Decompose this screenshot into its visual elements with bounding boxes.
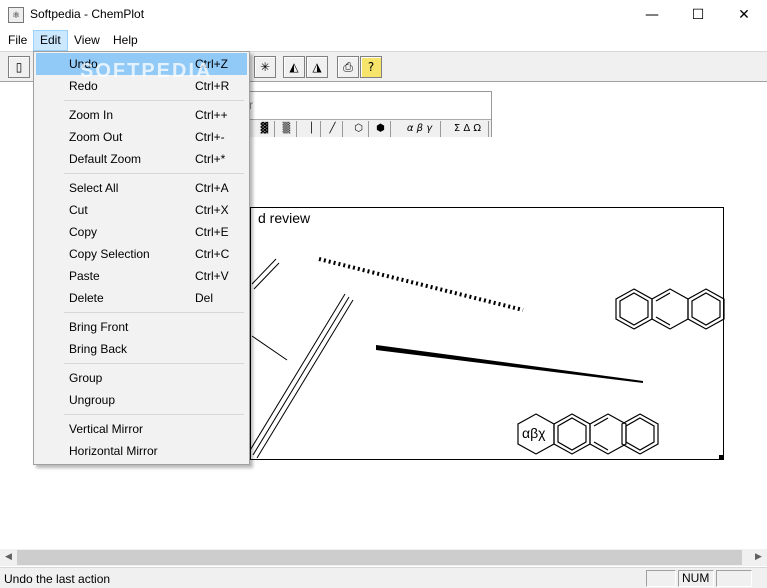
menu-item-label: Ungroup [69, 393, 116, 407]
triple-bond-line [248, 293, 354, 459]
menu-separator [64, 312, 244, 313]
menu-item-shortcut: Ctrl+- [195, 130, 225, 144]
greek-label: αβχ [521, 425, 547, 441]
menu-item-shortcut: Ctrl+E [195, 225, 229, 239]
menu-item-shortcut: Del [195, 291, 214, 305]
menu-item-shortcut: Ctrl+A [195, 181, 229, 195]
status-message: Undo the last action [4, 572, 111, 586]
menu-item-label: Paste [69, 269, 100, 283]
menu-separator [64, 363, 244, 364]
menu-item-shortcut: Ctrl+V [195, 269, 229, 283]
menu-item-group[interactable]: Group [36, 367, 247, 389]
menu-item-bring-back[interactable]: Bring Back [36, 338, 247, 360]
menu-item-label: Zoom In [69, 108, 114, 122]
menu-item-horizontal-mirror[interactable]: Horizontal Mirror [36, 440, 247, 462]
menu-item-label: Select All [69, 181, 119, 195]
menu-item-label: Group [69, 371, 103, 385]
menu-item-default-zoom[interactable]: Default Zoom Ctrl+* [36, 148, 247, 170]
menu-item-paste[interactable]: Paste Ctrl+V [36, 265, 247, 287]
menu-item-copy[interactable]: Copy Ctrl+E [36, 221, 247, 243]
status-cell-num: NUM [678, 570, 714, 587]
menu-item-bring-front[interactable]: Bring Front [36, 316, 247, 338]
horizontal-scrollbar[interactable]: ◀ ▶ [0, 549, 767, 566]
menu-item-label: Copy Selection [69, 247, 150, 261]
menu-item-shortcut: Ctrl++ [195, 108, 228, 122]
menu-item-label: Bring Back [69, 342, 128, 356]
menu-item-ungroup[interactable]: Ungroup [36, 389, 247, 411]
scroll-right-icon[interactable]: ▶ [750, 549, 767, 566]
menu-item-delete[interactable]: Delete Del [36, 287, 247, 309]
menu-item-cut[interactable]: Cut Ctrl+X [36, 199, 247, 221]
menu-separator [64, 173, 244, 174]
status-cell-scrl [716, 570, 752, 587]
menu-item-shortcut: Ctrl+C [195, 247, 230, 261]
scroll-thumb[interactable] [17, 550, 742, 565]
status-bar: Undo the last action NUM [0, 567, 767, 588]
menu-item-shortcut: Ctrl+* [195, 152, 226, 166]
menu-item-label: Delete [69, 291, 104, 305]
softpedia-watermark: SOFTPEDIA [80, 60, 213, 82]
dashed-bond-line [318, 257, 524, 312]
menu-item-label: Horizontal Mirror [69, 444, 158, 458]
menu-item-label: Zoom Out [69, 130, 123, 144]
menu-item-label: Vertical Mirror [69, 422, 144, 436]
menu-item-label: Default Zoom [69, 152, 142, 166]
menu-separator [64, 100, 244, 101]
menu-separator [64, 414, 244, 415]
menu-item-select-all[interactable]: Select All Ctrl+A [36, 177, 247, 199]
single-bond-line [251, 335, 288, 361]
edit-menu-dropdown: Undo Ctrl+Z Redo Ctrl+R Zoom In Ctrl++ Z… [33, 51, 250, 465]
scroll-left-icon[interactable]: ◀ [0, 549, 17, 566]
menu-item-copy-selection[interactable]: Copy Selection Ctrl+C [36, 243, 247, 265]
status-cell-caps [646, 570, 676, 587]
menu-item-label: Cut [69, 203, 88, 217]
menu-item-label: Bring Front [69, 320, 129, 334]
chemplot-window: ⚛ Softpedia - ChemPlot — ☐ ✕ File Edit V… [0, 0, 767, 588]
menu-item-label: Copy [69, 225, 98, 239]
double-bond-line [251, 258, 280, 290]
wedge-bond [376, 345, 643, 383]
selection-handle [719, 455, 724, 460]
anthracene-molecule [615, 288, 725, 330]
menu-item-vertical-mirror[interactable]: Vertical Mirror [36, 418, 247, 440]
menu-item-shortcut: Ctrl+X [195, 203, 229, 217]
menu-item-zoom-in[interactable]: Zoom In Ctrl++ [36, 104, 247, 126]
menu-item-zoom-out[interactable]: Zoom Out Ctrl+- [36, 126, 247, 148]
